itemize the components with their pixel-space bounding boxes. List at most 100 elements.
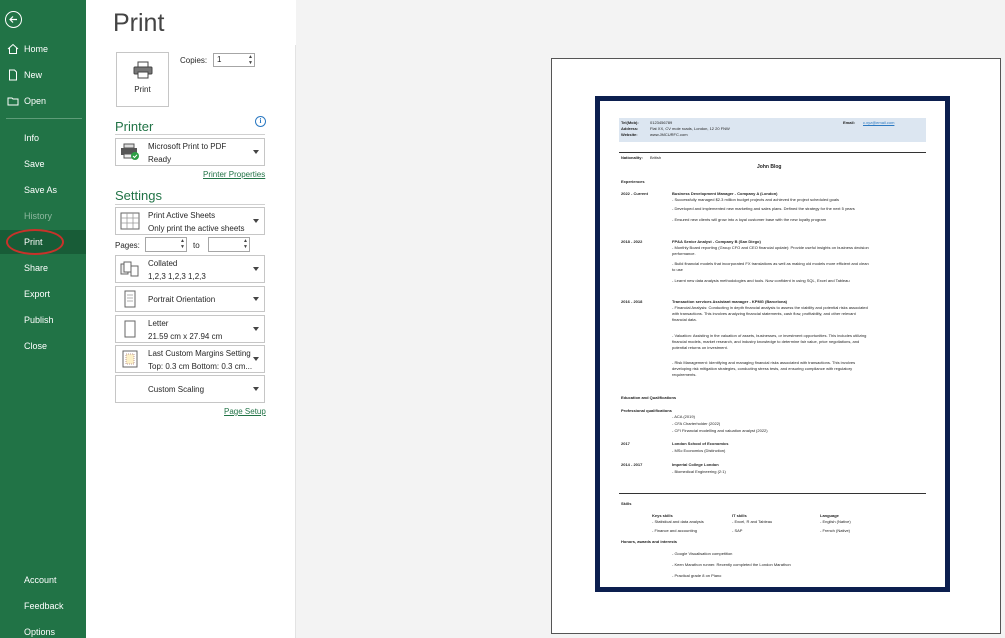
key-skill-item: - Statistical and data analysis bbox=[652, 519, 704, 524]
nav-close-label: Close bbox=[24, 341, 48, 351]
nav-home[interactable]: Home bbox=[0, 37, 86, 61]
website-label: Website: bbox=[621, 132, 638, 137]
paper-size-select[interactable]: Letter 21.59 cm x 27.94 cm bbox=[115, 315, 265, 343]
nav-save[interactable]: Save bbox=[0, 152, 86, 176]
qualification-item: - CFA Charterholder (2022) bbox=[672, 421, 721, 426]
pages-label: Pages: bbox=[115, 241, 140, 250]
chevron-down-icon bbox=[253, 219, 259, 223]
chevron-down-icon bbox=[253, 150, 259, 154]
job1-point: - Ensured new clients will grow into a l… bbox=[672, 217, 827, 222]
printer-properties-link[interactable]: Printer Properties bbox=[203, 170, 265, 179]
nav-open-label: Open bbox=[24, 96, 47, 106]
nationality-label: Nationality: bbox=[621, 155, 643, 160]
language-item: - English (Native) bbox=[820, 519, 851, 524]
pages-from-input[interactable]: ▲ ▼ bbox=[145, 237, 187, 252]
info-icon[interactable]: i bbox=[255, 116, 266, 127]
tel-value: 0123456789 bbox=[650, 120, 673, 125]
job3-dates: 2016 - 2018 bbox=[621, 299, 643, 304]
collate-select[interactable]: Collated 1,2,3 1,2,3 1,2,3 bbox=[115, 255, 265, 283]
nav-open[interactable]: Open bbox=[0, 89, 86, 113]
nav-publish-label: Publish bbox=[24, 315, 54, 325]
portrait-page-icon bbox=[124, 290, 136, 308]
copies-label: Copies: bbox=[180, 56, 208, 65]
rule-skills bbox=[619, 493, 926, 494]
website-value: www.JMCURFC.com bbox=[650, 132, 688, 137]
edu2-degree: - Biomedical Engineering (2:1) bbox=[672, 469, 726, 474]
resume-border: Tel(Mob): 0123456789 Address: Flat XX, C… bbox=[595, 96, 950, 592]
printer-name: Microsoft Print to PDF bbox=[148, 142, 227, 151]
chevron-down-icon bbox=[253, 297, 259, 301]
job2-point: performance. bbox=[672, 251, 696, 256]
job3-point: potential returns on investment. bbox=[672, 345, 728, 350]
nav-feedback[interactable]: Feedback bbox=[0, 594, 86, 618]
collated-pages-icon bbox=[120, 261, 139, 277]
print-button[interactable]: Print bbox=[116, 52, 169, 107]
scaling-value: Custom Scaling bbox=[148, 385, 205, 394]
copies-value: 1 bbox=[217, 55, 222, 64]
annotation-circle bbox=[6, 229, 64, 255]
language-item: - French (Native) bbox=[820, 528, 851, 533]
printer-status: Ready bbox=[148, 155, 172, 164]
settings-divider bbox=[115, 204, 265, 205]
qualifications-heading: Professional qualifications bbox=[621, 408, 672, 413]
settings-heading: Settings bbox=[115, 188, 162, 203]
open-folder-icon bbox=[7, 97, 19, 106]
copies-spinner-icon[interactable]: ▲ ▼ bbox=[248, 54, 253, 66]
sidebar-divider bbox=[6, 118, 82, 119]
address-label: Address: bbox=[621, 126, 639, 131]
nav-new[interactable]: New bbox=[0, 63, 86, 87]
orientation-select[interactable]: Portrait Orientation bbox=[115, 286, 265, 312]
page-setup-link[interactable]: Page Setup bbox=[224, 407, 266, 416]
nav-save-label: Save bbox=[24, 159, 45, 169]
new-document-icon bbox=[9, 69, 17, 81]
nav-close[interactable]: Close bbox=[0, 334, 86, 358]
print-scope-select[interactable]: Print Active Sheets Only print the activ… bbox=[115, 207, 265, 235]
job2-point: - Monthly Board reporting (Group CFO and… bbox=[672, 245, 869, 250]
copies-input[interactable]: 1 ▲ ▼ bbox=[213, 53, 255, 67]
job3-point: financial models, market research, and i… bbox=[672, 339, 860, 344]
nav-options[interactable]: Options bbox=[0, 620, 86, 638]
job1-title: Business Development Manager - Company A… bbox=[672, 191, 778, 196]
honors-heading: Honors, awards and interests bbox=[621, 539, 678, 544]
resume-name: John Blog bbox=[757, 164, 782, 170]
nav-new-label: New bbox=[24, 70, 43, 80]
scaling-select[interactable]: Custom Scaling bbox=[115, 375, 265, 403]
printer-icon bbox=[133, 61, 152, 79]
key-skills-heading: Keys skills bbox=[652, 513, 673, 518]
nav-export-label: Export bbox=[24, 289, 51, 299]
margins-subtitle: Top: 0.3 cm Bottom: 0.3 cm... bbox=[148, 362, 253, 371]
excel-backstage: Home New Open Info Save Save As History … bbox=[0, 0, 1005, 638]
nav-account-label: Account bbox=[24, 575, 57, 585]
job2-point: - Learnt new data analysis methodologies… bbox=[672, 278, 850, 283]
job1-dates: 2022 - Current bbox=[621, 191, 648, 196]
pages-from-spinner-icon[interactable]: ▲ ▼ bbox=[180, 238, 185, 250]
nav-info-label: Info bbox=[24, 133, 40, 143]
job2-title: FP&A Senior Analyst - Company B (San Die… bbox=[672, 239, 761, 244]
printer-ready-icon bbox=[121, 143, 139, 160]
pages-to-label: to bbox=[193, 241, 200, 250]
job3-point: - Risk Management: Identifying and manag… bbox=[672, 360, 856, 365]
back-arrow-icon[interactable] bbox=[5, 11, 22, 28]
nav-share[interactable]: Share bbox=[0, 256, 86, 280]
nav-publish[interactable]: Publish bbox=[0, 308, 86, 332]
edu1-school: London School of Economics bbox=[672, 441, 729, 446]
collate-subtitle: 1,2,3 1,2,3 1,2,3 bbox=[148, 272, 206, 281]
nav-account[interactable]: Account bbox=[0, 568, 86, 592]
honor-item: - Keen Marathon runner. Recently complet… bbox=[672, 562, 791, 567]
education-heading: Education and Qualifications bbox=[621, 395, 677, 400]
printer-select[interactable]: Microsoft Print to PDF Ready bbox=[115, 138, 265, 166]
edu1-dates: 2017 bbox=[621, 441, 630, 446]
honor-item: - Practical grade 8 on Piano bbox=[672, 573, 722, 578]
chevron-down-icon bbox=[253, 357, 259, 361]
nav-save-as[interactable]: Save As bbox=[0, 178, 86, 202]
edu2-dates: 2014 - 2017 bbox=[621, 462, 643, 467]
email-label: Email: bbox=[843, 120, 856, 125]
nav-export[interactable]: Export bbox=[0, 282, 86, 306]
pages-to-input[interactable]: ▲ ▼ bbox=[208, 237, 250, 252]
nav-info[interactable]: Info bbox=[0, 126, 86, 150]
orientation-value: Portrait Orientation bbox=[148, 295, 216, 304]
tel-label: Tel(Mob): bbox=[621, 120, 639, 125]
address-value: Flat XX, CV mole roads, London, 12 20 FN… bbox=[650, 126, 730, 131]
pages-to-spinner-icon[interactable]: ▲ ▼ bbox=[243, 238, 248, 250]
margins-select[interactable]: Last Custom Margins Setting Top: 0.3 cm … bbox=[115, 345, 265, 373]
